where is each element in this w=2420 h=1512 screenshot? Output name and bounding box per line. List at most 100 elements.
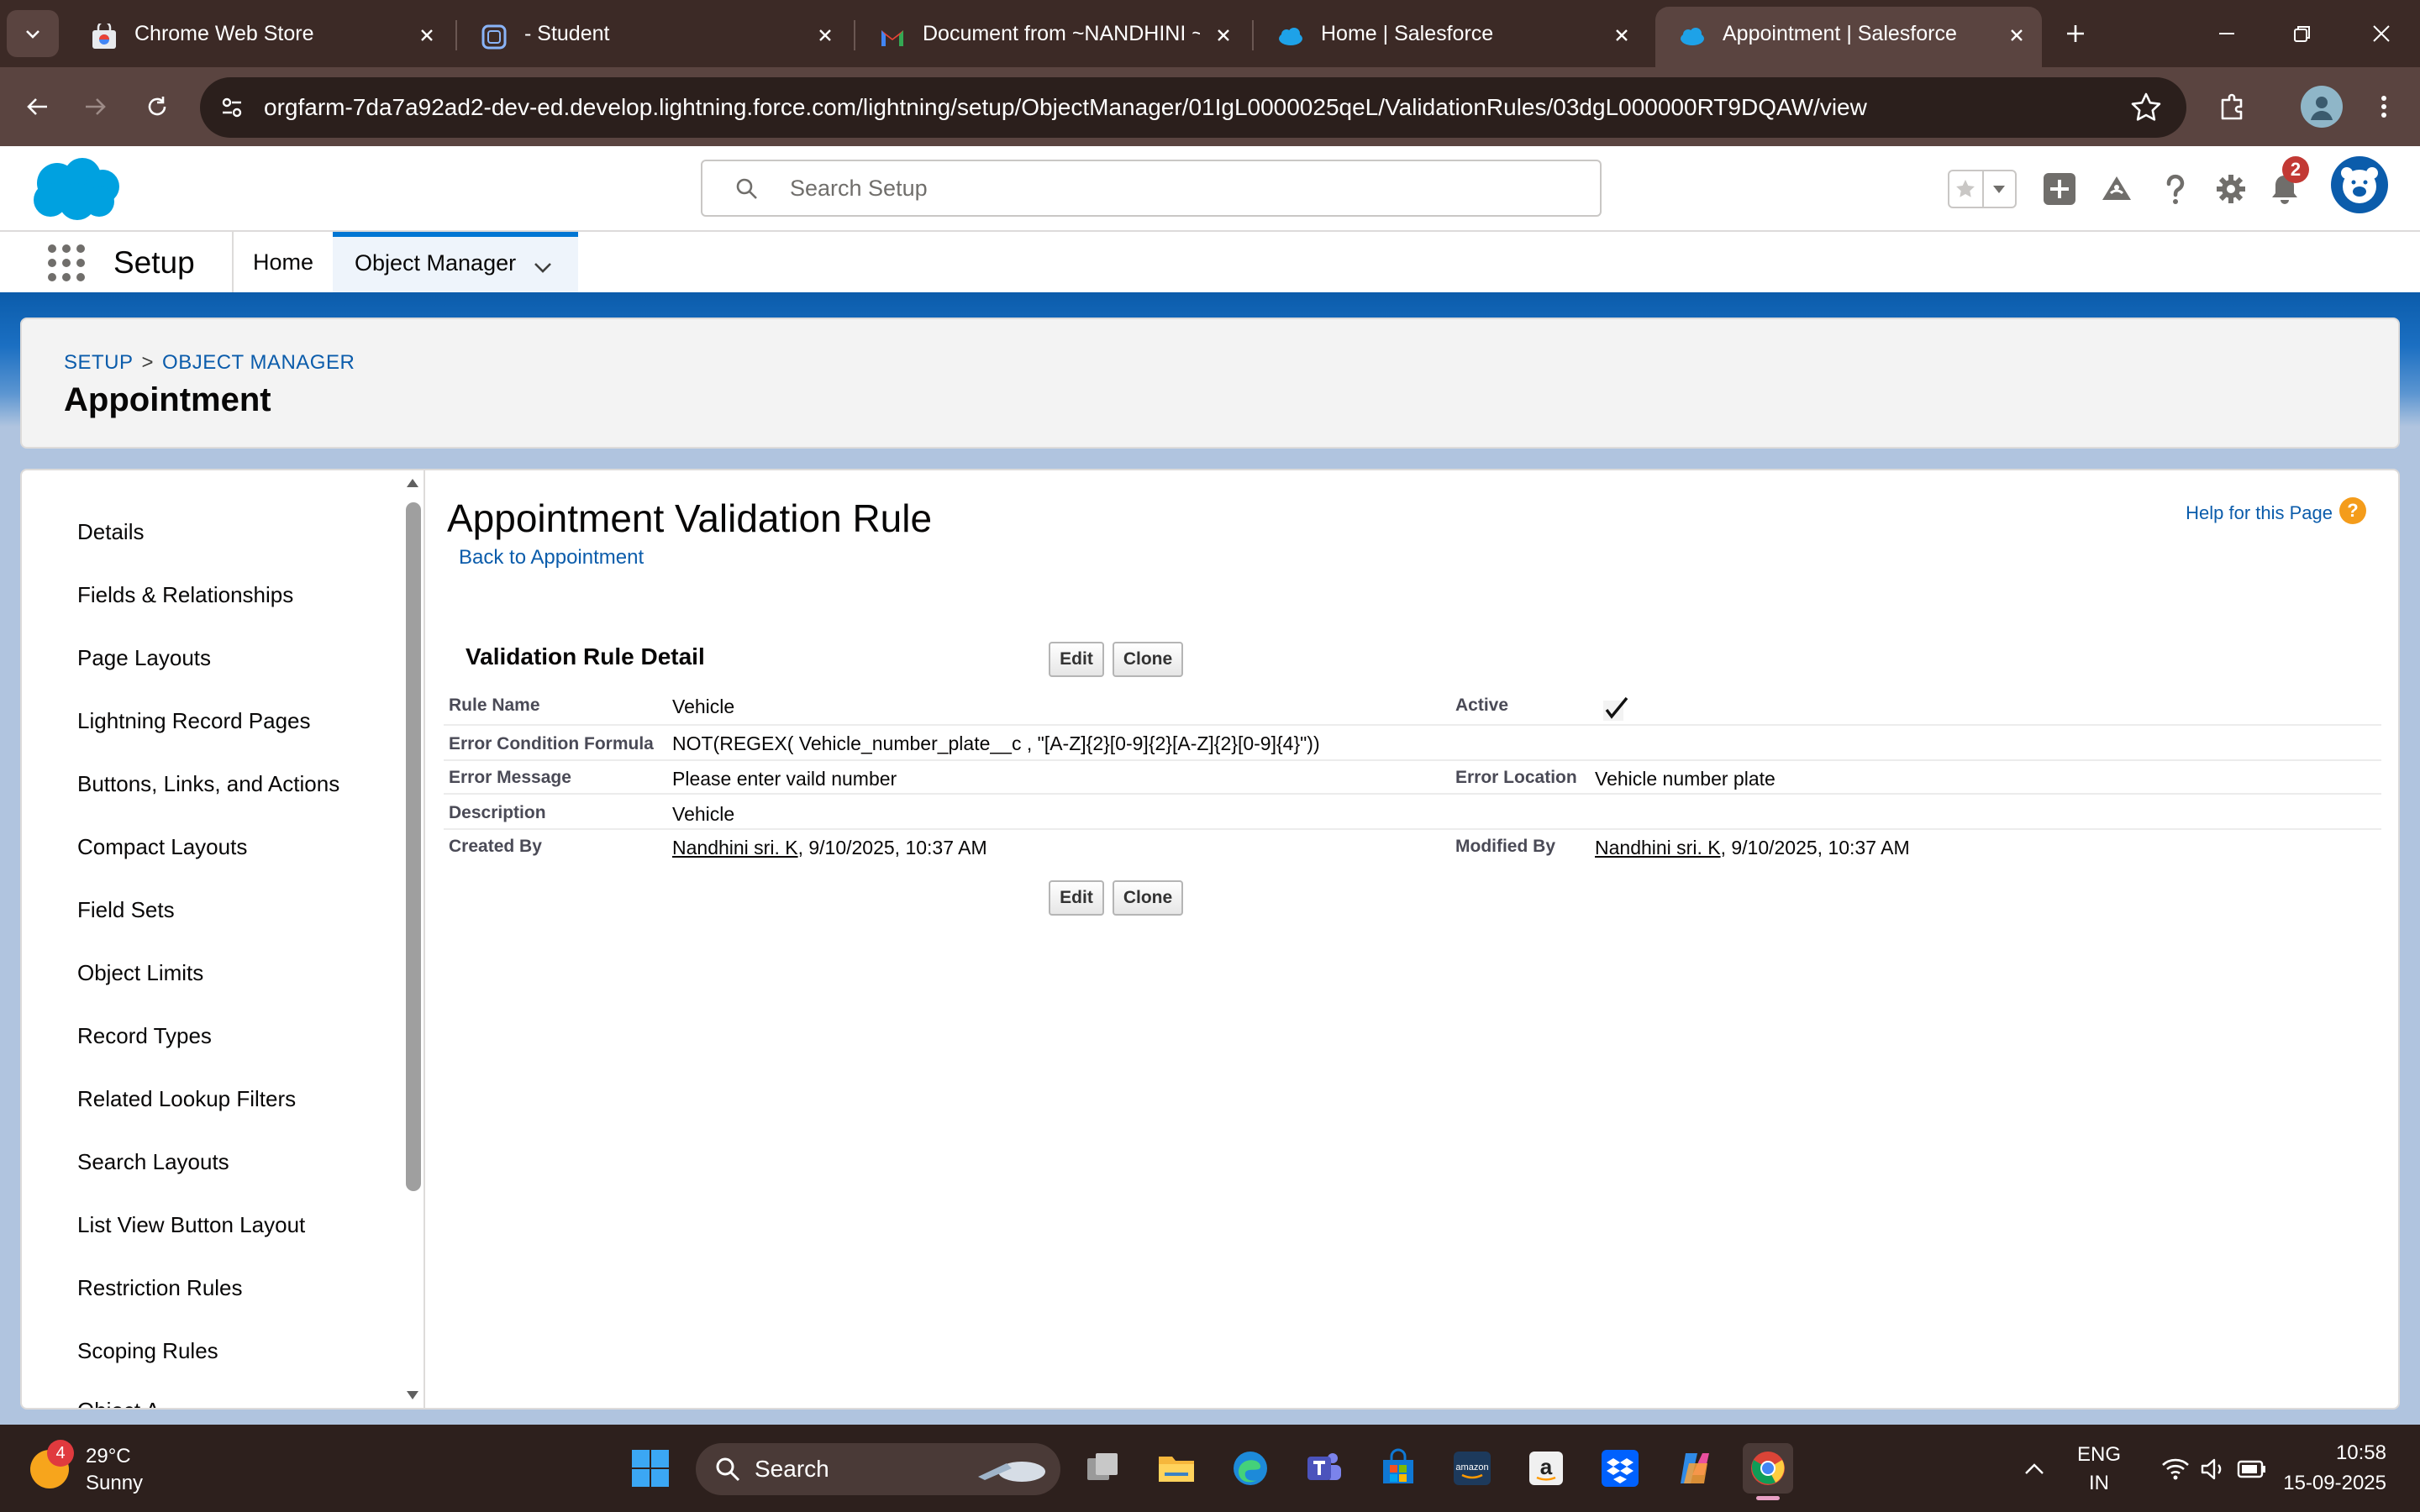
amazon-shopping-button[interactable]: a [1521,1443,1571,1494]
sidebar-item-details[interactable]: Details [77,519,144,545]
sidebar-item-restriction-rules[interactable]: Restriction Rules [77,1275,243,1301]
search-input[interactable] [790,168,1546,208]
nav-tab-label: Home [252,249,314,275]
tab-search-button[interactable] [7,10,59,57]
teams-button[interactable] [1299,1443,1349,1494]
modified-by-user-link[interactable]: Nandhini sri. K [1595,837,1721,858]
sidebar-item-fields-relationships[interactable]: Fields & Relationships [77,582,293,608]
sidebar-item-field-sets[interactable]: Field Sets [77,897,175,923]
object-manager-sidebar: Details Fields & Relationships Page Layo… [22,470,424,1408]
close-icon[interactable] [1208,20,1239,50]
edit-button-top[interactable]: Edit [1049,642,1104,677]
close-icon[interactable] [412,20,442,50]
sidebar-item-scoping-rules[interactable]: Scoping Rules [77,1338,218,1364]
sidebar-item-lightning-record-pages[interactable]: Lightning Record Pages [77,708,311,734]
salesforce-logo[interactable] [25,155,124,223]
extensions-button[interactable] [2212,86,2254,128]
scroll-up-arrow-icon[interactable] [405,477,420,489]
app-launcher-icon[interactable] [47,244,86,282]
minimize-icon [2219,33,2234,34]
clock-date[interactable]: 15-09-2025 [2283,1472,2386,1495]
browser-menu-button[interactable] [2363,86,2405,128]
reload-button[interactable] [136,86,178,128]
close-window-button[interactable] [2356,13,2407,54]
breadcrumb-object-manager-link[interactable]: OBJECT MANAGER [162,351,355,374]
file-explorer-button[interactable] [1151,1443,1202,1494]
browser-tab-appointment-salesforce[interactable]: Appointment | Salesforce [1655,7,2042,67]
breadcrumb-setup-link[interactable]: SETUP [64,351,134,374]
language-indicator-bottom[interactable]: IN [2089,1472,2109,1495]
edge-browser-button[interactable] [1225,1443,1276,1494]
dropbox-button[interactable] [1595,1443,1645,1494]
favorites-star-button[interactable] [1949,171,1982,207]
trailhead-button[interactable] [2096,168,2138,210]
bookmark-star-icon[interactable] [2129,91,2163,124]
favorites-list-button[interactable] [1981,171,2015,207]
user-profile-avatar[interactable] [2331,156,2388,213]
back-to-appointment-link[interactable]: Back to Appointment [459,546,644,570]
back-button[interactable] [17,86,59,128]
sidebar-scrollbar[interactable] [402,470,424,1408]
gmail-icon [881,30,903,46]
help-for-this-page-link[interactable]: Help for this Page [2186,502,2333,524]
setup-search-box[interactable] [701,160,1602,217]
setup-navigation-bar: Setup Home Object Manager [0,230,2420,292]
forward-button[interactable] [74,86,116,128]
profile-avatar[interactable] [2301,86,2343,128]
sidebar-item-list-view-button-layout[interactable]: List View Button Layout [77,1212,305,1238]
sidebar-item-record-types[interactable]: Record Types [77,1023,212,1049]
copilot-button[interactable] [1669,1443,1719,1494]
restore-button[interactable] [2277,13,2328,54]
address-bar[interactable]: orgfarm-7da7a92ad2-dev-ed.develop.lightn… [200,77,2186,138]
browser-tab-home-salesforce[interactable]: Home | Salesforce [1254,7,1649,67]
browser-tab-student[interactable]: - Student [457,7,852,67]
task-view-button[interactable] [1077,1443,1128,1494]
help-button[interactable] [2154,168,2196,210]
sidebar-item-related-lookup-filters[interactable]: Related Lookup Filters [77,1086,296,1112]
battery-icon[interactable] [2237,1458,2267,1480]
weather-widget[interactable]: 4 29°C Sunny [30,1440,198,1499]
clone-button-top[interactable]: Clone [1113,642,1183,677]
help-icon[interactable]: ? [2339,497,2366,524]
sidebar-item-object-limits[interactable]: Object Limits [77,960,203,986]
clock-time[interactable]: 10:58 [2336,1441,2386,1465]
clone-button-bottom[interactable]: Clone [1113,880,1183,916]
close-icon[interactable] [2002,20,2032,50]
chrome-button[interactable] [1743,1443,1793,1500]
edit-button-bottom[interactable]: Edit [1049,880,1104,916]
nav-tab-object-manager[interactable]: Object Manager [333,232,578,292]
start-button[interactable] [625,1443,676,1494]
chevron-down-icon[interactable] [531,255,555,279]
add-icon [2044,173,2075,205]
weather-condition: Sunny [86,1472,144,1494]
created-by-user-link[interactable]: Nandhini sri. K [672,837,798,858]
sidebar-item-search-layouts[interactable]: Search Layouts [77,1149,229,1175]
scroll-down-arrow-icon[interactable] [405,1389,420,1401]
close-icon[interactable] [810,20,840,50]
wifi-icon[interactable] [2161,1457,2190,1482]
language-indicator-top[interactable]: ENG [2077,1443,2121,1467]
microsoft-store-button[interactable] [1373,1443,1423,1494]
chevron-down-icon [26,30,39,39]
speaker-icon[interactable] [2200,1457,2227,1482]
breadcrumb: SETUP > OBJECT MANAGER [64,351,355,375]
sidebar-item-object-access[interactable]: Object A... [77,1398,178,1408]
error-condition-formula-label: Error Condition Formula [449,734,654,753]
new-tab-button[interactable] [2057,13,2094,54]
chrome-icon [1751,1452,1785,1485]
setup-gear-button[interactable] [2210,168,2252,210]
browser-tab-document-gmail[interactable]: Document from ~NANDHINI ~ [855,7,1250,67]
scrollbar-thumb[interactable] [406,502,421,1191]
site-info-icon[interactable] [213,89,250,126]
minimize-button[interactable] [2202,13,2252,54]
global-actions-button[interactable] [2039,168,2081,210]
nav-tab-home[interactable]: Home [234,232,333,292]
chevron-up-icon[interactable] [2022,1457,2047,1482]
close-icon[interactable] [1607,20,1637,50]
sidebar-item-compact-layouts[interactable]: Compact Layouts [77,834,247,860]
taskbar-search[interactable]: Search [696,1443,1060,1495]
sidebar-item-buttons-links-actions[interactable]: Buttons, Links, and Actions [77,771,339,797]
amazon-prime-button[interactable]: amazon [1447,1443,1497,1494]
browser-tab-chrome-web-store[interactable]: Chrome Web Store [67,7,454,67]
sidebar-item-page-layouts[interactable]: Page Layouts [77,645,211,671]
